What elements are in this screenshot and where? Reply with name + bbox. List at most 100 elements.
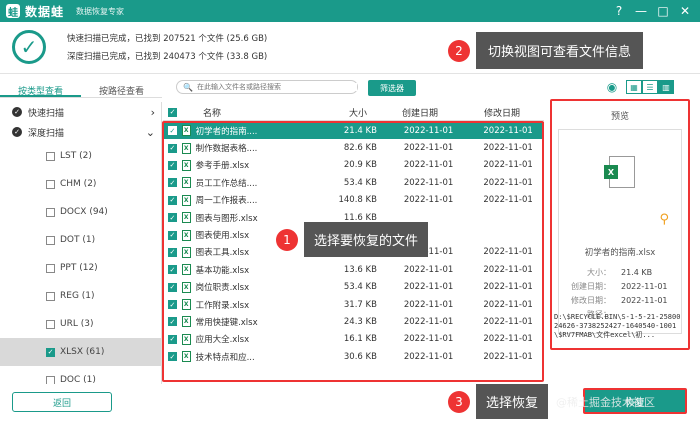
tree-item-label: REG (1) (60, 291, 95, 301)
table-row[interactable]: ✓ X 工作附录.xlsx 31.7 KB 2022-11-01 2022-11-01 (163, 296, 544, 313)
tree-item-checkbox[interactable] (46, 319, 55, 329)
table-row[interactable]: ✓ X 参考手册.xlsx 20.9 KB 2022-11-01 2022-11-01 (163, 157, 544, 174)
tree-item[interactable]: ✓ XLSX (61) (0, 338, 161, 366)
title-bar: 蛙 数据蛙 数据恢复专家 ? — □ ✕ (0, 0, 700, 22)
table-row[interactable]: ✓ X 常用快捷键.xlsx 24.3 KB 2022-11-01 2022-11-01 (163, 313, 544, 330)
row-checkbox[interactable]: ✓ (168, 334, 177, 344)
preview-box: X ⚲ 初学者的指南.xlsx 大小： 21.4 KB 创建日期： 2022-11-… (558, 129, 682, 334)
callout-2: 2 切换视图可查看文件信息 (448, 32, 644, 69)
cell-name: 基本功能.xlsx (195, 265, 250, 276)
tree-item[interactable]: CHM (2) (0, 170, 161, 198)
cell-name: 初学者的指南.... (195, 126, 258, 137)
excel-icon: X (181, 316, 191, 328)
col-name[interactable]: 名称 (177, 106, 303, 119)
cell-size: 13.6 KB (343, 264, 377, 275)
row-checkbox[interactable]: ✓ (168, 126, 177, 136)
close-icon[interactable]: ✕ (674, 2, 696, 20)
search-input[interactable] (196, 83, 357, 91)
cell-size: 53.4 KB (343, 282, 377, 293)
row-checkbox[interactable]: ✓ (168, 178, 177, 188)
watermark: @稀土掘金技术社区 (556, 396, 655, 409)
row-checkbox[interactable]: ✓ (168, 317, 177, 327)
maximize-icon[interactable]: □ (652, 2, 674, 20)
tree-item-checkbox[interactable] (46, 207, 55, 217)
tree-item[interactable]: LST (2) (0, 142, 161, 170)
zoom-icon[interactable]: ⚲ (659, 212, 669, 227)
row-checkbox[interactable]: ✓ (168, 300, 177, 310)
excel-file-icon: X (604, 156, 635, 188)
row-checkbox[interactable]: ✓ (168, 195, 177, 205)
select-all-checkbox[interactable]: ✓ (168, 107, 177, 117)
tree-item-checkbox[interactable] (46, 179, 55, 189)
tree-node-deep-scan[interactable]: ✓ 深度扫描 ⌄ (0, 122, 161, 142)
table-row[interactable]: ✓ X 周一工作报表.... 140.8 KB 2022-11-01 2022-11-01 (163, 192, 544, 209)
check-icon: ✓ (12, 30, 46, 64)
tab-by-type[interactable]: 按类型查看 (0, 84, 81, 97)
tree-item[interactable]: URL (3) (0, 310, 161, 338)
tree-item[interactable]: DOCX (94) (0, 198, 161, 226)
table-row[interactable]: ✓ X 初学者的指南.... 21.4 KB 2022-11-01 2022-11-01 (163, 122, 544, 140)
cell-created: 2022-11-01 (403, 195, 454, 206)
minimize-icon[interactable]: — (630, 2, 652, 20)
preview-view-icon[interactable]: ▥ (658, 80, 674, 94)
view-toggles: ◉ ▦ ☰ ▥ (604, 80, 674, 94)
table-row[interactable]: ✓ X 基本功能.xlsx 13.6 KB 2022-11-01 2022-11-01 (163, 261, 544, 278)
col-modified[interactable]: 修改日期 (465, 106, 539, 119)
tree-item-label: XLSX (61) (60, 347, 105, 357)
col-created[interactable]: 创建日期 (375, 106, 465, 119)
tree-item[interactable]: PPT (12) (0, 254, 161, 282)
cell-created: 2022-11-01 (403, 125, 454, 136)
grid-view-icon[interactable]: ▦ (626, 80, 642, 94)
row-checkbox[interactable]: ✓ (168, 143, 177, 153)
table-row[interactable]: ✓ X 应用大全.xlsx 16.1 KB 2022-11-01 2022-11-01 (163, 331, 544, 348)
cell-created: 2022-11-01 (403, 282, 454, 293)
row-checkbox[interactable]: ✓ (168, 247, 177, 257)
row-checkbox[interactable]: ✓ (168, 160, 177, 170)
row-checkbox[interactable]: ✓ (168, 213, 177, 223)
tree-item-checkbox[interactable] (46, 375, 55, 384)
callout-text: 选择要恢复的文件 (304, 222, 429, 257)
cell-modified: 2022-11-01 (483, 282, 533, 293)
cell-modified: 2022-11-01 (483, 160, 533, 171)
callout-text: 切换视图可查看文件信息 (476, 32, 644, 69)
tree-item-label: PPT (12) (60, 263, 98, 273)
row-checkbox[interactable]: ✓ (168, 265, 177, 275)
tree-item-checkbox[interactable]: ✓ (46, 347, 55, 357)
row-checkbox[interactable]: ✓ (168, 282, 177, 292)
filter-button[interactable]: 筛选器 (368, 80, 416, 96)
callout-1: 1 选择要恢复的文件 (276, 222, 429, 257)
row-checkbox[interactable]: ✓ (168, 230, 177, 240)
tree-item-checkbox[interactable] (46, 263, 55, 273)
tree-item[interactable]: DOT (1) (0, 226, 161, 254)
app-name: 数据蛙 (25, 4, 65, 19)
col-size[interactable]: 大小 (303, 106, 375, 119)
back-button[interactable]: 返回 (12, 392, 112, 412)
callout-number: 3 (448, 390, 470, 413)
tree-item-checkbox[interactable] (46, 235, 55, 245)
tree-item-checkbox[interactable] (46, 151, 55, 161)
cell-size: 140.8 KB (338, 195, 377, 206)
file-type-tree: ✓ 快速扫描 › ✓ 深度扫描 ⌄ LST (2) CHM (2) DOCX (94… (0, 102, 162, 384)
tree-node-quick-scan[interactable]: ✓ 快速扫描 › (0, 102, 161, 122)
tab-by-path[interactable]: 按路径查看 (81, 84, 162, 97)
table-row[interactable]: ✓ X 员工工作总结.... 53.4 KB 2022-11-01 2022-11-01 (163, 174, 544, 191)
cell-size: 16.1 KB (343, 334, 377, 345)
cell-name: 岗位职责.xlsx (195, 283, 250, 294)
callout-text: 选择恢复 (476, 384, 549, 419)
cell-modified: 2022-11-01 (483, 125, 533, 136)
search-box[interactable]: 🔍 (176, 80, 358, 94)
table-row[interactable]: ✓ X 技术特点和应... 30.6 KB 2022-11-01 2022-11-01 (163, 348, 544, 365)
help-icon[interactable]: ? (608, 2, 630, 20)
tree-item[interactable]: REG (1) (0, 282, 161, 310)
view-mode-tabs: 按类型查看 按路径查看 (0, 84, 162, 98)
list-view-icon[interactable]: ☰ (642, 80, 658, 94)
chevron-down-icon[interactable]: ⌄ (146, 126, 155, 139)
chevron-right-icon[interactable]: › (151, 106, 155, 119)
tree-item[interactable]: DOC (1) (0, 366, 161, 384)
table-row[interactable]: ✓ X 岗位职责.xlsx 53.4 KB 2022-11-01 2022-11-01 (163, 279, 544, 296)
preview-file-name: 初学者的指南.xlsx (584, 248, 656, 258)
row-checkbox[interactable]: ✓ (168, 352, 177, 362)
eye-icon[interactable]: ◉ (604, 80, 620, 94)
tree-item-checkbox[interactable] (46, 291, 55, 301)
table-row[interactable]: ✓ X 制作数据表格.... 82.6 KB 2022-11-01 2022-11-01 (163, 139, 544, 156)
